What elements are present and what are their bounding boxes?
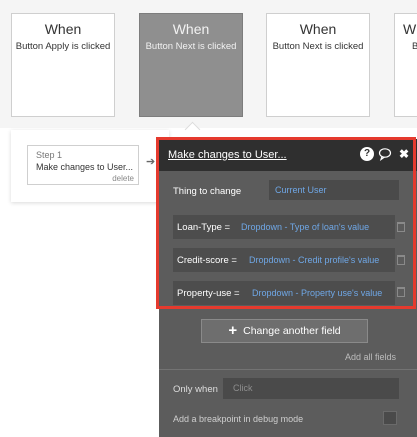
field-value[interactable]: Dropdown - Type of loan's value [241,222,369,232]
event-card-apply[interactable]: When Button Apply is clicked [11,13,115,117]
event-description: Button Apply is clicked [15,41,111,52]
field-label: Credit-score = [177,255,237,266]
condition-placeholder: Click [233,383,253,393]
field-value[interactable]: Dropdown - Property use's value [252,288,382,298]
divider [159,369,417,370]
comment-icon[interactable] [378,147,392,162]
condition-input[interactable]: Click [223,378,399,399]
event-card-next-selected[interactable]: When Button Next is clicked [139,13,243,117]
trash-icon[interactable] [397,255,405,265]
step-card[interactable]: Step 1 Make changes to User... delete [27,145,139,185]
add-all-fields-link[interactable]: Add all fields [345,352,396,362]
debug-breakpoint-checkbox[interactable] [383,411,397,425]
event-description: B [412,41,417,53]
event-card-next[interactable]: When Button Next is clicked [266,13,370,117]
change-another-field-label: Change another field [243,325,341,337]
only-when-label: Only when [173,384,218,395]
event-when-label: When [172,21,210,37]
panel-header: Make changes to User... ? ✖ [159,139,417,171]
step-title: Make changes to User... [36,162,134,172]
field-row-credit-score[interactable]: Credit-score = Dropdown - Credit profile… [173,248,395,272]
step-number: Step 1 [36,150,63,160]
event-description: Button Next is clicked [272,41,364,52]
thing-to-change-value: Current User [275,185,327,195]
trash-icon[interactable] [397,287,405,297]
debug-breakpoint-label: Add a breakpoint in debug mode [173,414,304,424]
arrow-right-icon: ➔ [146,156,156,168]
event-when-label: When [44,21,82,37]
event-card-partial[interactable]: When B [394,13,417,117]
field-value[interactable]: Dropdown - Credit profile's value [249,255,379,265]
field-row-property-use[interactable]: Property-use = Dropdown - Property use's… [173,281,395,305]
thing-to-change-field[interactable]: Current User [269,180,399,200]
field-label: Loan-Type = [177,222,231,233]
event-when-label: When [403,21,417,37]
thing-to-change-label: Thing to change [173,186,242,197]
trash-icon[interactable] [397,222,405,232]
help-icon[interactable]: ? [360,147,374,161]
close-icon[interactable]: ✖ [397,147,411,161]
event-description: Button Next is clicked [145,41,237,52]
panel-title[interactable]: Make changes to User... [168,149,287,161]
field-row-loan-type[interactable]: Loan-Type = Dropdown - Type of loan's va… [173,215,395,239]
change-another-field-button[interactable]: + Change another field [201,319,368,343]
field-label: Property-use = [177,288,240,299]
event-when-label: When [299,21,337,37]
plus-icon: + [228,322,238,340]
step-delete-link[interactable]: delete [112,174,134,183]
